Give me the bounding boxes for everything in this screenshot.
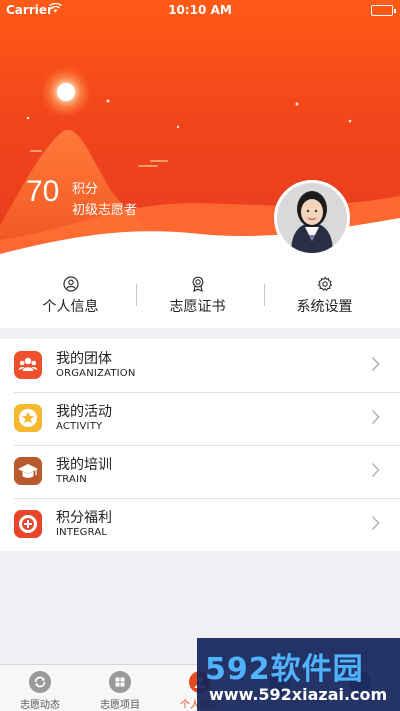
points-unit-label: 积分 bbox=[72, 182, 99, 197]
star-icon bbox=[14, 404, 42, 432]
watermark-url: www.592xiazai.com bbox=[209, 685, 388, 704]
menu-item-title: 积分福利 bbox=[56, 510, 112, 526]
chevron-right-icon bbox=[371, 356, 380, 372]
person-icon bbox=[62, 276, 79, 292]
battery-icon bbox=[371, 5, 396, 16]
system-settings-button[interactable]: 系统设置 bbox=[258, 276, 391, 316]
profile-header: Carrier 10:10 AM 70 积分 初级志愿者 bbox=[0, 0, 400, 262]
points-value: 70 bbox=[26, 175, 60, 208]
status-bar: Carrier 10:10 AM bbox=[0, 0, 400, 22]
menu-item-subtitle: TRAIN bbox=[56, 474, 87, 485]
tab-volunteer-news[interactable]: 志愿动态 bbox=[0, 671, 80, 711]
menu-list: 我的团体 ORGANIZATION 我的活动 ACTIVITY 我的培训 TRA… bbox=[0, 339, 400, 551]
menu-item-activity[interactable]: 我的活动 ACTIVITY bbox=[0, 392, 400, 445]
avatar[interactable] bbox=[274, 180, 350, 256]
personal-info-button[interactable]: 个人信息 bbox=[4, 276, 137, 316]
refresh-icon bbox=[29, 671, 51, 693]
system-settings-label: 系统设置 bbox=[296, 299, 353, 315]
quick-actions-bar: 个人信息 志愿证书 系统设置 bbox=[0, 262, 400, 328]
points-icon bbox=[14, 510, 42, 538]
watermark-brand: 592软件园 bbox=[205, 652, 364, 687]
menu-item-title: 我的培训 bbox=[56, 457, 112, 473]
menu-item-train[interactable]: 我的培训 TRAIN bbox=[0, 445, 400, 498]
chevron-right-icon bbox=[371, 515, 380, 531]
chevron-right-icon bbox=[371, 462, 380, 478]
gear-icon bbox=[317, 276, 332, 292]
graduation-cap-icon bbox=[14, 457, 42, 485]
certificate-icon bbox=[192, 276, 203, 292]
clock-label: 10:10 AM bbox=[168, 3, 232, 17]
watermark-overlay: 592软件园 www.592xiazai.com bbox=[197, 638, 400, 711]
volunteer-level-label: 初级志愿者 bbox=[72, 203, 138, 218]
menu-item-subtitle: INTEGRAL bbox=[56, 527, 108, 538]
tab-volunteer-projects[interactable]: 志愿项目 bbox=[80, 671, 160, 711]
menu-item-title: 我的团体 bbox=[56, 351, 112, 367]
menu-item-organization[interactable]: 我的团体 ORGANIZATION bbox=[0, 339, 400, 392]
group-icon bbox=[14, 351, 42, 379]
avatar-photo bbox=[277, 183, 347, 253]
menu-item-subtitle: ORGANIZATION bbox=[56, 368, 136, 379]
tab-label: 志愿项目 bbox=[100, 700, 140, 711]
tab-label: 志愿动态 bbox=[20, 700, 60, 711]
menu-item-integral[interactable]: 积分福利 INTEGRAL bbox=[0, 498, 400, 551]
chevron-right-icon bbox=[371, 409, 380, 425]
grid-icon bbox=[109, 671, 131, 693]
menu-item-subtitle: ACTIVITY bbox=[56, 421, 103, 432]
menu-item-title: 我的活动 bbox=[56, 404, 112, 420]
volunteer-certificate-button[interactable]: 志愿证书 bbox=[131, 276, 264, 316]
volunteer-certificate-label: 志愿证书 bbox=[169, 299, 226, 315]
personal-info-label: 个人信息 bbox=[42, 299, 99, 315]
